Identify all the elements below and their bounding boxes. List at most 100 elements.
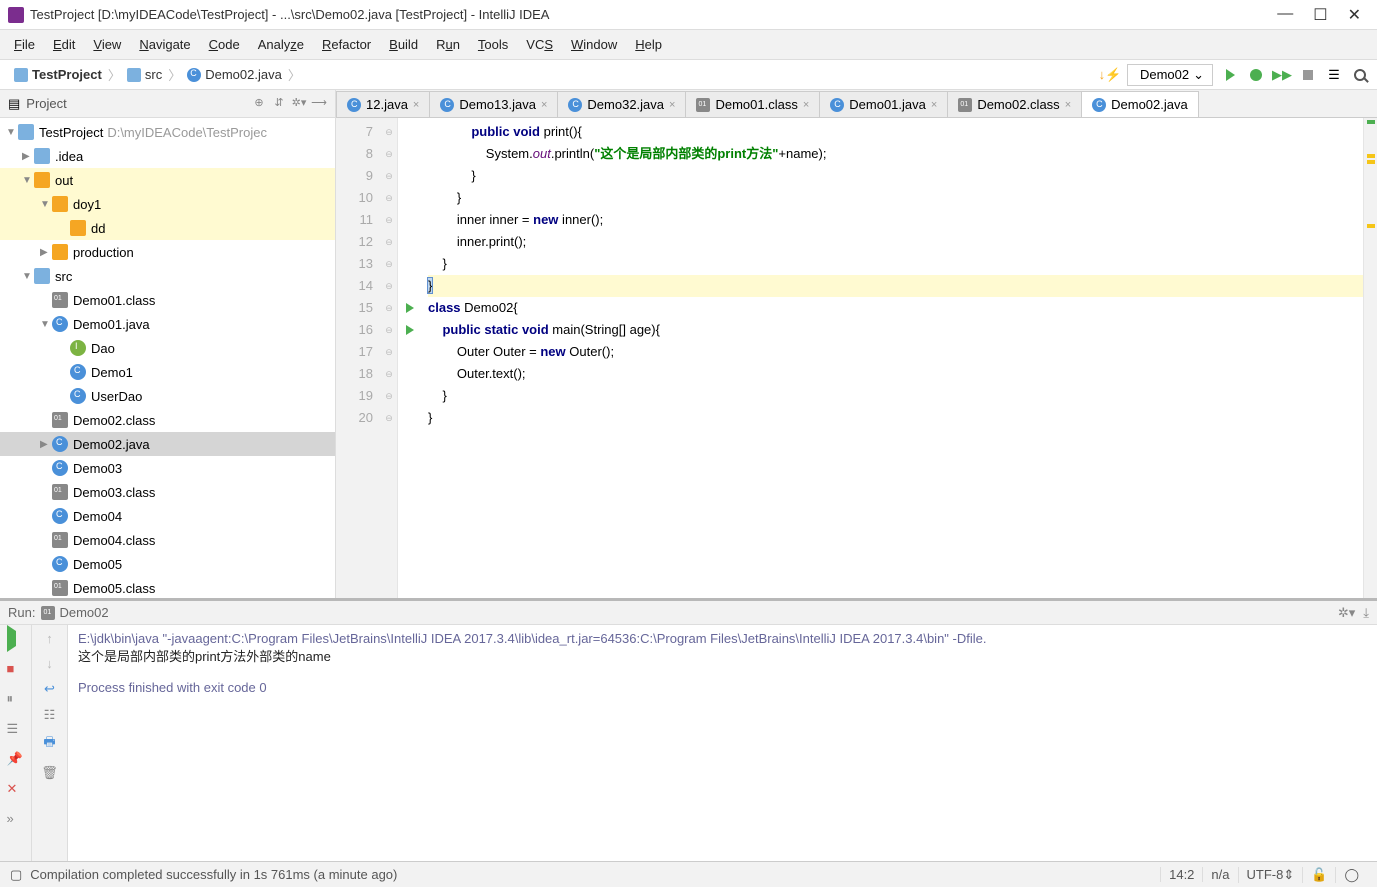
hide-icon[interactable]: ⤓	[1363, 605, 1369, 621]
tree-node[interactable]: dd	[0, 216, 335, 240]
run-config-selector[interactable]: Demo02 ⌄	[1127, 64, 1213, 86]
close-icon[interactable]: ✕	[7, 781, 25, 799]
tree-node[interactable]: ▼out	[0, 168, 335, 192]
close-tab-icon[interactable]: ×	[803, 99, 809, 111]
tree-node[interactable]: Demo02.class	[0, 408, 335, 432]
minimize-button[interactable]: —	[1277, 5, 1293, 25]
build-icon[interactable]: ↓⚡	[1101, 66, 1119, 84]
debug-button[interactable]	[1247, 66, 1265, 84]
tree-node[interactable]: Demo04	[0, 504, 335, 528]
close-tab-icon[interactable]: ×	[669, 99, 675, 111]
project-header[interactable]: ▤ Project ⊕ ⇵ ✲▾ ⟶	[0, 90, 335, 118]
status-position[interactable]: 14:2	[1160, 867, 1202, 882]
menu-vcs[interactable]: VCS	[518, 34, 561, 55]
editor-tab[interactable]: 12.java×	[336, 91, 430, 117]
console-output[interactable]: E:\jdk\bin\java "-javaagent:C:\Program F…	[68, 625, 1377, 861]
close-tab-icon[interactable]: ×	[413, 99, 419, 111]
menu-navigate[interactable]: Navigate	[131, 34, 198, 55]
tree-node[interactable]: Demo1	[0, 360, 335, 384]
tree-node[interactable]: Demo04.class	[0, 528, 335, 552]
fold-column[interactable]: ⊖⊖⊖⊖⊖⊖⊖⊖⊖⊖⊖⊖⊖⊖	[382, 121, 396, 429]
run-button[interactable]	[1221, 66, 1239, 84]
tree-node[interactable]: Demo03.class	[0, 480, 335, 504]
layout-icon[interactable]: ☷	[44, 707, 56, 723]
coverage-button[interactable]: ▶▶	[1273, 66, 1291, 84]
close-tab-icon[interactable]: ×	[931, 99, 937, 111]
cls-01-icon	[52, 532, 68, 548]
structure-icon[interactable]: ☰	[1325, 66, 1343, 84]
tree-node[interactable]: ▼src	[0, 264, 335, 288]
expand-arrow-icon[interactable]: ▼	[40, 319, 52, 330]
pin-icon[interactable]: 📌	[7, 751, 25, 769]
expand-arrow-icon[interactable]: ▶	[40, 247, 52, 258]
editor-tab[interactable]: Demo32.java×	[557, 91, 686, 117]
tree-node[interactable]: ▶production	[0, 240, 335, 264]
run-header[interactable]: Run: Demo02 ✲▾ ⤓	[0, 601, 1377, 625]
expand-arrow-icon[interactable]: ▼	[22, 175, 34, 186]
gear-icon[interactable]: ✲▾	[1338, 605, 1355, 621]
menu-view[interactable]: View	[85, 34, 129, 55]
print-icon[interactable]: 🖶	[43, 733, 55, 755]
trash-icon[interactable]: 🗑	[41, 765, 58, 781]
tree-node[interactable]: Demo05	[0, 552, 335, 576]
status-lock-icon[interactable]: 🔓	[1302, 867, 1335, 883]
code-editor[interactable]: 7891011121314151617181920 ⊖⊖⊖⊖⊖⊖⊖⊖⊖⊖⊖⊖⊖⊖…	[336, 118, 1377, 598]
tree-node[interactable]: Demo05.class	[0, 576, 335, 598]
tree-node[interactable]: ▶Demo02.java	[0, 432, 335, 456]
editor-tab[interactable]: Demo01.java×	[819, 91, 948, 117]
tree-node[interactable]: ▼doy1	[0, 192, 335, 216]
menu-help[interactable]: Help	[627, 34, 670, 55]
menu-window[interactable]: Window	[563, 34, 625, 55]
expand-arrow-icon[interactable]: ▼	[22, 271, 34, 282]
tree-node[interactable]: Demo03	[0, 456, 335, 480]
status-insert[interactable]: n/a	[1202, 867, 1237, 882]
expand-arrow-icon[interactable]: ▶	[22, 151, 34, 162]
status-notification-icon[interactable]: ◯	[1335, 867, 1367, 883]
breadcrumb[interactable]: TestProject 〉 src 〉 Demo02.java 〉	[8, 63, 309, 86]
editor-tab[interactable]: Demo01.class×	[685, 91, 820, 117]
up-icon[interactable]: ↑	[46, 631, 53, 646]
tree-node[interactable]: UserDao	[0, 384, 335, 408]
error-stripe[interactable]	[1363, 118, 1377, 598]
menu-tools[interactable]: Tools	[470, 34, 516, 55]
hide-icon[interactable]: ⟶	[311, 96, 327, 112]
search-icon[interactable]	[1351, 66, 1369, 84]
dump-icon[interactable]: ☰	[7, 721, 25, 739]
menu-file[interactable]: File	[6, 34, 43, 55]
editor-tab[interactable]: Demo02.java×	[1081, 91, 1199, 117]
wrap-icon[interactable]: ↩	[44, 681, 55, 697]
tree-node[interactable]: Dao	[0, 336, 335, 360]
tree-node[interactable]: Demo01.class	[0, 288, 335, 312]
code-content[interactable]: public void print(){ System.out.println(…	[398, 118, 1363, 598]
expand-arrow-icon[interactable]: ▶	[40, 439, 52, 450]
gear-icon[interactable]: ✲▾	[291, 96, 307, 112]
menu-run[interactable]: Run	[428, 34, 468, 55]
menu-build[interactable]: Build	[381, 34, 426, 55]
expand-arrow-icon[interactable]: ▼	[6, 127, 18, 138]
status-icon[interactable]: ▢	[10, 867, 22, 883]
close-tab-icon[interactable]: ×	[541, 99, 547, 111]
stop-button[interactable]: ■	[7, 661, 25, 679]
maximize-button[interactable]: ☐	[1313, 5, 1327, 25]
expand-arrow-icon[interactable]: ▼	[40, 199, 52, 210]
stop-button[interactable]	[1299, 66, 1317, 84]
status-encoding[interactable]: UTF-8⇕	[1238, 867, 1303, 883]
down-icon[interactable]: ↓	[46, 656, 53, 671]
menu-refactor[interactable]: Refactor	[314, 34, 379, 55]
close-tab-icon[interactable]: ×	[1065, 99, 1071, 111]
help-icon[interactable]: »	[7, 811, 25, 829]
tree-node[interactable]: ▶.idea	[0, 144, 335, 168]
rerun-button[interactable]	[7, 631, 25, 649]
pause-icon[interactable]: ⏸	[7, 691, 25, 709]
close-button[interactable]: ✕	[1348, 5, 1361, 25]
editor-tab[interactable]: Demo13.java×	[429, 91, 558, 117]
project-tree[interactable]: ▼TestProjectD:\myIDEACode\TestProjec▶.id…	[0, 118, 335, 598]
menu-edit[interactable]: Edit	[45, 34, 83, 55]
collapse-icon[interactable]: ⇵	[271, 96, 287, 112]
menu-code[interactable]: Code	[201, 34, 248, 55]
tree-node[interactable]: ▼TestProjectD:\myIDEACode\TestProjec	[0, 120, 335, 144]
editor-tab[interactable]: Demo02.class×	[947, 91, 1082, 117]
scroll-to-source-icon[interactable]: ⊕	[251, 96, 267, 112]
menu-analyze[interactable]: Analyze	[250, 34, 312, 55]
tree-node[interactable]: ▼Demo01.java	[0, 312, 335, 336]
